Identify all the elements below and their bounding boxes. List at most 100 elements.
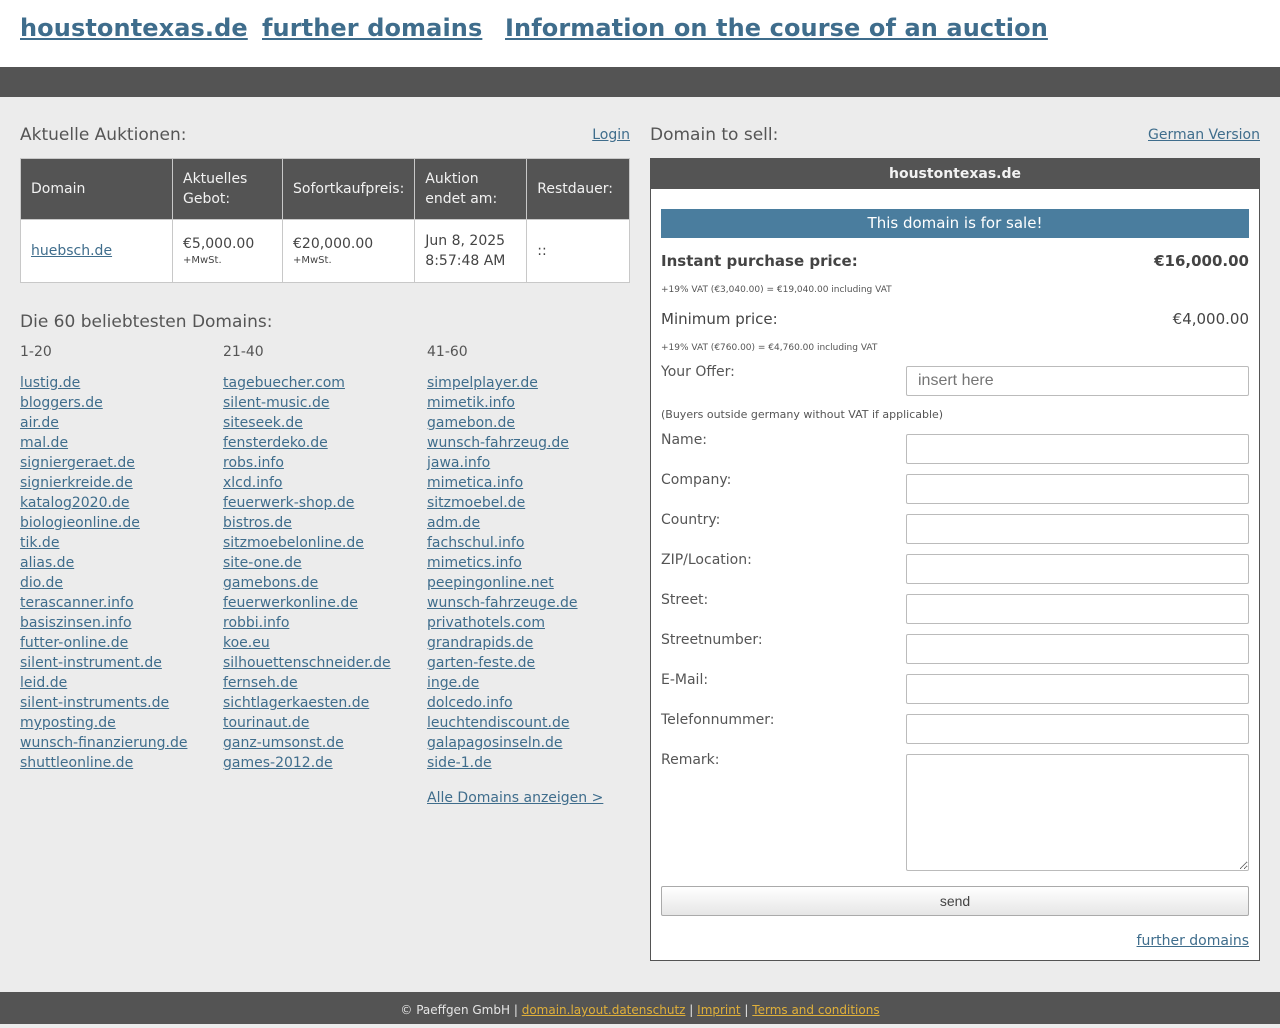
- auction-domain-cell: huebsch.de: [20, 219, 173, 283]
- popular-domain-link[interactable]: tourinaut.de: [223, 713, 423, 733]
- popular-domain-link[interactable]: jawa.info: [427, 453, 627, 473]
- popular-domain-link[interactable]: leid.de: [20, 673, 220, 693]
- for-sale-banner: This domain is for sale!: [661, 209, 1249, 238]
- popular-domain-link[interactable]: lustig.de: [20, 373, 220, 393]
- popular-domain-link[interactable]: wunsch-finanzierung.de: [20, 733, 220, 753]
- popular-domain-link[interactable]: side-1.de: [427, 753, 627, 773]
- popular-domain-link[interactable]: garten-feste.de: [427, 653, 627, 673]
- popular-domain-link[interactable]: mimetik.info: [427, 393, 627, 413]
- streetnumber-label: Streetnumber:: [661, 632, 763, 648]
- company-field[interactable]: [906, 474, 1249, 504]
- country-row: Country:: [661, 512, 1249, 544]
- column-header-auction-end: Auktion endet am:: [414, 158, 528, 220]
- popular-domain-link[interactable]: biologieonline.de: [20, 513, 220, 533]
- auction-info-link[interactable]: Information on the course of an auction: [505, 14, 1048, 42]
- minimum-price-vat-note: +19% VAT (€760.00) = €4,760.00 including…: [661, 343, 878, 353]
- popular-domain-link[interactable]: fachschul.info: [427, 533, 627, 553]
- popular-domain-link[interactable]: silhouettenschneider.de: [223, 653, 423, 673]
- popular-domain-link[interactable]: feuerwerkonline.de: [223, 593, 423, 613]
- top-navigation: houstontexas.de further domains Informat…: [0, 0, 1280, 67]
- popular-domain-link[interactable]: silent-music.de: [223, 393, 423, 413]
- popular-domain-link[interactable]: galapagosinseln.de: [427, 733, 627, 753]
- popular-domain-link[interactable]: robs.info: [223, 453, 423, 473]
- popular-domain-link[interactable]: sitzmoebel.de: [427, 493, 627, 513]
- minimum-price-row: Minimum price: €4,000.00: [661, 310, 1249, 332]
- popular-domain-link[interactable]: gamebons.de: [223, 573, 423, 593]
- popular-domain-link[interactable]: grandrapids.de: [427, 633, 627, 653]
- show-all-domains-link[interactable]: Alle Domains anzeigen >: [427, 788, 627, 808]
- instant-price-label: Instant purchase price:: [661, 252, 858, 270]
- popular-domain-link[interactable]: signierkreide.de: [20, 473, 220, 493]
- popular-domain-link[interactable]: sitzmoebelonline.de: [223, 533, 423, 553]
- popular-domain-link[interactable]: sichtlagerkaesten.de: [223, 693, 423, 713]
- popular-domain-link[interactable]: inge.de: [427, 673, 627, 693]
- auction-domain-link[interactable]: huebsch.de: [31, 243, 112, 259]
- popular-domain-link[interactable]: fensterdeko.de: [223, 433, 423, 453]
- popular-domain-link[interactable]: silent-instruments.de: [20, 693, 220, 713]
- popular-domain-link[interactable]: dio.de: [20, 573, 220, 593]
- german-version-link[interactable]: German Version: [1148, 127, 1260, 143]
- popular-domain-link[interactable]: wunsch-fahrzeuge.de: [427, 593, 627, 613]
- name-field[interactable]: [906, 434, 1249, 464]
- popular-domain-link[interactable]: air.de: [20, 413, 220, 433]
- popular-domain-link[interactable]: myposting.de: [20, 713, 220, 733]
- street-field[interactable]: [906, 594, 1249, 624]
- popular-domain-link[interactable]: fernseh.de: [223, 673, 423, 693]
- popular-domain-link[interactable]: leuchtendiscount.de: [427, 713, 627, 733]
- popular-domain-link[interactable]: site-one.de: [223, 553, 423, 573]
- phone-field[interactable]: [906, 714, 1249, 744]
- terms-link[interactable]: Terms and conditions: [752, 1003, 879, 1017]
- popular-domain-link[interactable]: privathotels.com: [427, 613, 627, 633]
- offer-input[interactable]: [906, 366, 1249, 396]
- country-field[interactable]: [906, 514, 1249, 544]
- site-home-link[interactable]: houstontexas.de: [20, 14, 248, 42]
- popular-domain-link[interactable]: alias.de: [20, 553, 220, 573]
- popular-domain-link[interactable]: feuerwerk-shop.de: [223, 493, 423, 513]
- popular-domain-link[interactable]: mimetics.info: [427, 553, 627, 573]
- column-header-buy-now: Sofortkaufpreis:: [281, 158, 416, 220]
- remark-textarea[interactable]: [906, 754, 1249, 871]
- popular-domain-link[interactable]: peepingonline.net: [427, 573, 627, 593]
- popular-domain-link[interactable]: katalog2020.de: [20, 493, 220, 513]
- imprint-link[interactable]: Imprint: [697, 1003, 740, 1017]
- popular-domain-link[interactable]: simpelplayer.de: [427, 373, 627, 393]
- further-domains-link[interactable]: further domains: [262, 14, 482, 42]
- column-range-label: 21-40: [223, 344, 264, 360]
- popular-domain-link[interactable]: signiergeraet.de: [20, 453, 220, 473]
- popular-domain-link[interactable]: bistros.de: [223, 513, 423, 533]
- popular-domain-link[interactable]: adm.de: [427, 513, 627, 533]
- phone-label: Telefonnummer:: [661, 712, 775, 728]
- popular-domain-link[interactable]: robbi.info: [223, 613, 423, 633]
- popular-domain-link[interactable]: mal.de: [20, 433, 220, 453]
- popular-domain-link[interactable]: koe.eu: [223, 633, 423, 653]
- popular-domain-link[interactable]: siteseek.de: [223, 413, 423, 433]
- popular-domain-link[interactable]: gamebon.de: [427, 413, 627, 433]
- popular-domain-link[interactable]: shuttleonline.de: [20, 753, 220, 773]
- zip-location-field[interactable]: [906, 554, 1249, 584]
- popular-domain-link[interactable]: silent-instrument.de: [20, 653, 220, 673]
- auction-table-header-row: Domain Aktuelles Gebot: Sofortkaufpreis:…: [20, 158, 630, 220]
- popular-domain-link[interactable]: wunsch-fahrzeug.de: [427, 433, 627, 453]
- further-domains-bottom-link[interactable]: further domains: [1137, 933, 1249, 949]
- popular-domain-link[interactable]: basiszinsen.info: [20, 613, 220, 633]
- popular-domain-link[interactable]: terascanner.info: [20, 593, 220, 613]
- privacy-link[interactable]: domain.layout.datenschutz: [522, 1003, 686, 1017]
- popular-domain-link[interactable]: games-2012.de: [223, 753, 423, 773]
- popular-domain-link[interactable]: bloggers.de: [20, 393, 220, 413]
- company-label: Company:: [661, 472, 732, 488]
- auctions-title: Aktuelle Auktionen:: [20, 125, 187, 145]
- popular-domain-link[interactable]: dolcedo.info: [427, 693, 627, 713]
- popular-domain-link[interactable]: xlcd.info: [223, 473, 423, 493]
- email-field[interactable]: [906, 674, 1249, 704]
- send-button[interactable]: send: [661, 886, 1249, 916]
- sale-offer-box: houstontexas.de This domain is for sale!…: [650, 158, 1260, 961]
- popular-domain-link[interactable]: tik.de: [20, 533, 220, 553]
- right-column: Domain to sell: German Version houstonte…: [650, 125, 1260, 961]
- login-link[interactable]: Login: [592, 127, 630, 143]
- streetnumber-field[interactable]: [906, 634, 1249, 664]
- remark-row: Remark:: [661, 752, 1249, 871]
- popular-domain-link[interactable]: tagebuecher.com: [223, 373, 423, 393]
- popular-domain-link[interactable]: futter-online.de: [20, 633, 220, 653]
- popular-domain-link[interactable]: ganz-umsonst.de: [223, 733, 423, 753]
- popular-domain-link[interactable]: mimetica.info: [427, 473, 627, 493]
